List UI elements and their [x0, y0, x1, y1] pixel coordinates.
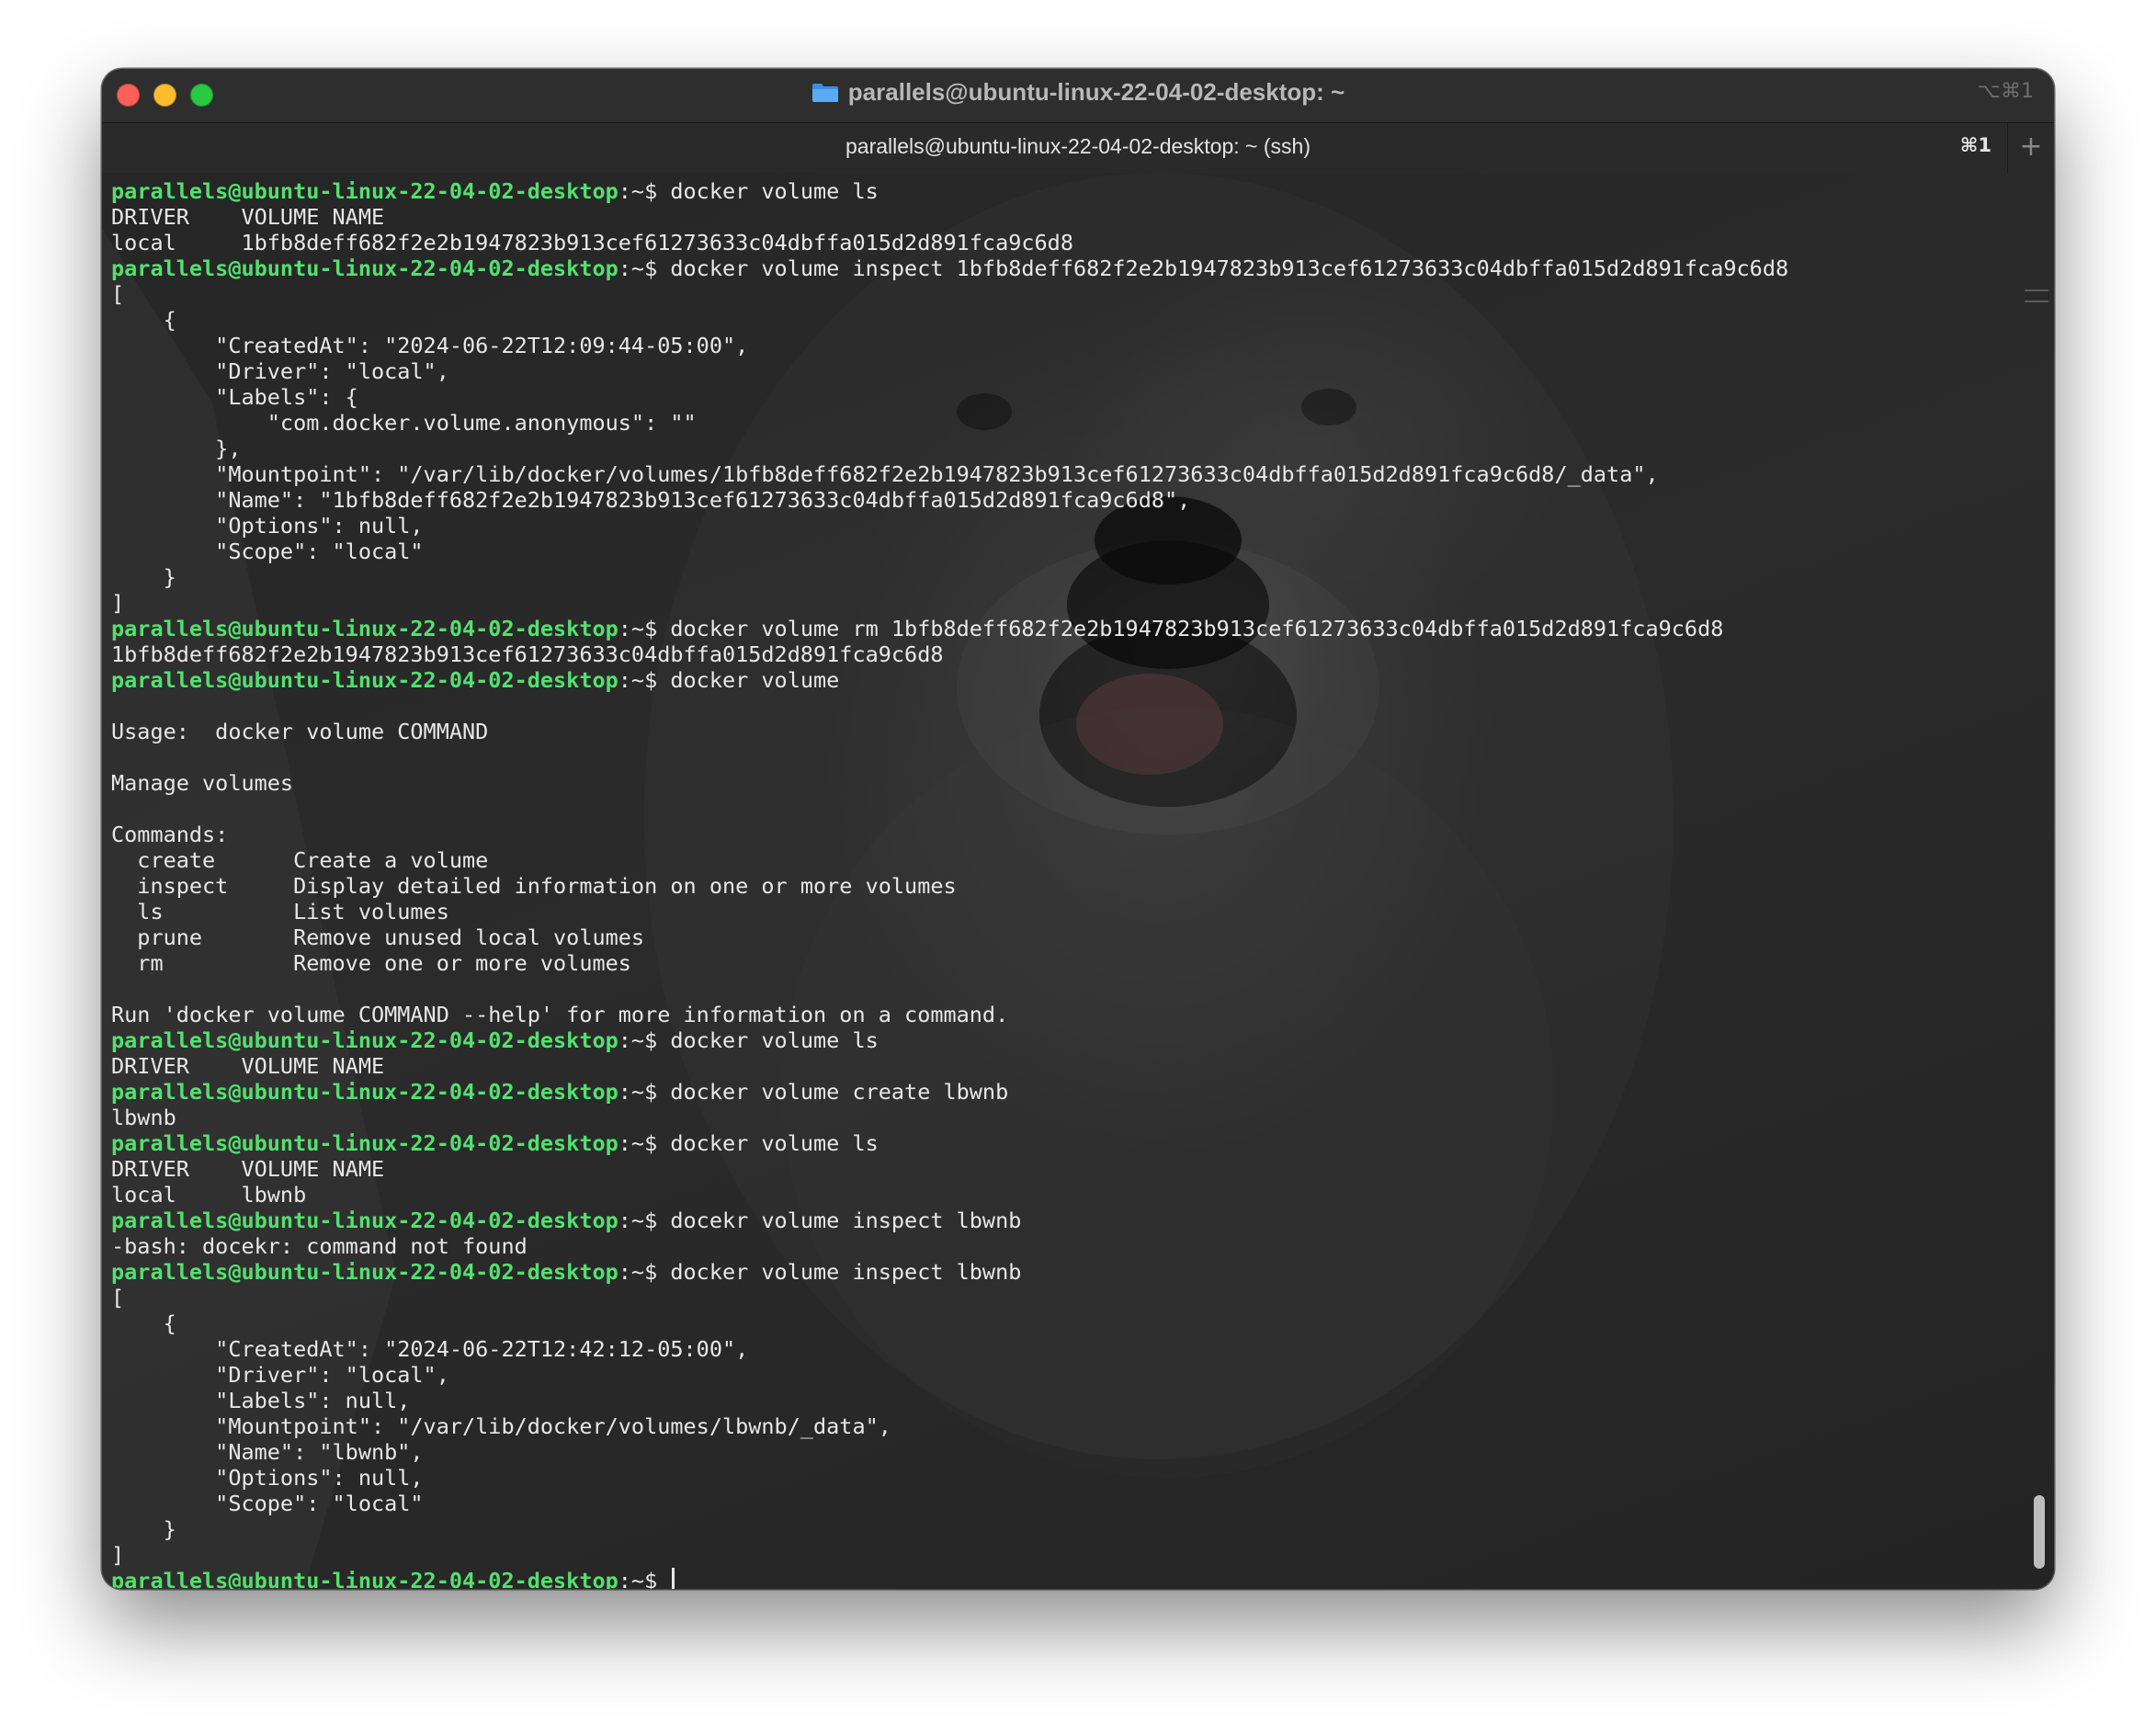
window-title: parallels@ubuntu-linux-22-04-02-desktop:…: [102, 78, 2054, 107]
prompt-suffix: :~$: [618, 1208, 671, 1233]
prompt-host: parallels@ubuntu-linux-22-04-02-desktop: [111, 255, 618, 281]
terminal-window: parallels@ubuntu-linux-22-04-02-desktop:…: [102, 69, 2054, 1589]
output-line: ]: [111, 1542, 125, 1568]
command-line: parallels@ubuntu-linux-22-04-02-desktop:…: [111, 1027, 2017, 1053]
prompt-suffix: :~$: [618, 667, 671, 693]
prompt-suffix: :~$: [618, 1079, 671, 1105]
title-bar[interactable]: parallels@ubuntu-linux-22-04-02-desktop:…: [102, 69, 2054, 122]
prompt-host: parallels@ubuntu-linux-22-04-02-desktop: [111, 667, 618, 693]
prompt-host: parallels@ubuntu-linux-22-04-02-desktop: [111, 178, 618, 204]
output-line: "Scope": "local": [111, 539, 424, 564]
command-text: docker volume inspect lbwnb: [670, 1259, 1022, 1285]
prompt-suffix: :~$: [618, 255, 671, 281]
command-text: docker volume ls: [670, 1130, 879, 1156]
window-title-text: parallels@ubuntu-linux-22-04-02-desktop:…: [847, 78, 1345, 106]
terminal-content[interactable]: parallels@ubuntu-linux-22-04-02-desktop:…: [102, 173, 2054, 1589]
prompt-host: parallels@ubuntu-linux-22-04-02-desktop: [111, 1259, 618, 1285]
prompt-host: parallels@ubuntu-linux-22-04-02-desktop: [111, 616, 618, 641]
prompt-suffix: :~$: [618, 1027, 671, 1053]
command-line: parallels@ubuntu-linux-22-04-02-desktop:…: [111, 1079, 2017, 1105]
output-line: },: [111, 436, 242, 461]
output-line: DRIVER VOLUME NAME: [111, 1156, 385, 1182]
output-line: -bash: docekr: command not found: [111, 1233, 528, 1259]
output-line: "Labels": null,: [111, 1388, 411, 1413]
output-line: "Options": null,: [111, 1465, 424, 1491]
output-line: "Options": null,: [111, 513, 424, 539]
output-line: local lbwnb: [111, 1182, 307, 1208]
output-line: "Driver": "local",: [111, 1362, 449, 1388]
new-tab-button[interactable]: +: [2007, 123, 2054, 173]
output-line: Commands:: [111, 822, 229, 847]
text-cursor: [672, 1568, 675, 1589]
prompt-host: parallels@ubuntu-linux-22-04-02-desktop: [111, 1027, 618, 1053]
folder-icon: [811, 84, 838, 102]
output-line: "Mountpoint": "/var/lib/docker/volumes/1…: [111, 461, 1659, 487]
command-text: docker volume ls: [670, 1027, 879, 1053]
prompt-suffix: :~$: [618, 1568, 671, 1589]
command-line: parallels@ubuntu-linux-22-04-02-desktop:…: [111, 178, 2017, 204]
output-line: "Scope": "local": [111, 1491, 424, 1516]
scroll-mark: [2025, 289, 2048, 302]
window-shortcut: ⌥⌘1: [1977, 80, 2034, 103]
output-line: }: [111, 564, 176, 590]
prompt-suffix: :~$: [618, 1130, 671, 1156]
tab-shortcut: ⌘1: [1959, 134, 1991, 156]
output-line: DRIVER VOLUME NAME: [111, 204, 385, 230]
output-line: ]: [111, 590, 125, 616]
output-line: "Name": "1bfb8deff682f2e2b1947823b913cef…: [111, 487, 1191, 513]
prompt-host: parallels@ubuntu-linux-22-04-02-desktop: [111, 1208, 618, 1233]
command-text: docker volume ls: [670, 178, 879, 204]
command-line: parallels@ubuntu-linux-22-04-02-desktop:…: [111, 255, 2017, 281]
output-line: lbwnb: [111, 1105, 176, 1130]
prompt-host: parallels@ubuntu-linux-22-04-02-desktop: [111, 1130, 618, 1156]
tab-bar: parallels@ubuntu-linux-22-04-02-desktop:…: [102, 122, 2054, 174]
output-line: local 1bfb8deff682f2e2b1947823b913cef612…: [111, 230, 1073, 255]
output-line: Run 'docker volume COMMAND --help' for m…: [111, 1002, 1009, 1027]
command-line: parallels@ubuntu-linux-22-04-02-desktop:…: [111, 667, 2017, 693]
output-line: "Labels": {: [111, 384, 358, 410]
output-line: {: [111, 1310, 176, 1336]
output-line: {: [111, 307, 176, 333]
command-line: parallels@ubuntu-linux-22-04-02-desktop:…: [111, 616, 2017, 641]
output-line: inspect Display detailed information on …: [111, 873, 957, 899]
output-line: "CreatedAt": "2024-06-22T12:09:44-05:00"…: [111, 333, 749, 358]
command-line: parallels@ubuntu-linux-22-04-02-desktop:…: [111, 1259, 2017, 1285]
output-line: Manage volumes: [111, 770, 294, 796]
output-line: prune Remove unused local volumes: [111, 924, 645, 950]
prompt-host: parallels@ubuntu-linux-22-04-02-desktop: [111, 1568, 618, 1589]
output-line: rm Remove one or more volumes: [111, 950, 631, 976]
output-line: 1bfb8deff682f2e2b1947823b913cef61273633c…: [111, 641, 944, 667]
prompt-suffix: :~$: [618, 1259, 671, 1285]
output-line: Usage: docker volume COMMAND: [111, 719, 489, 744]
output-line: }: [111, 1516, 176, 1542]
output-line: [: [111, 1285, 125, 1310]
command-text: docekr volume inspect lbwnb: [670, 1208, 1022, 1233]
output-line: "CreatedAt": "2024-06-22T12:42:12-05:00"…: [111, 1336, 749, 1362]
command-text: docker volume inspect 1bfb8deff682f2e2b1…: [670, 255, 1789, 281]
output-line: "Driver": "local",: [111, 358, 449, 384]
output-line: ls List volumes: [111, 899, 449, 924]
prompt-host: parallels@ubuntu-linux-22-04-02-desktop: [111, 1079, 618, 1105]
tab-ssh-session[interactable]: parallels@ubuntu-linux-22-04-02-desktop:…: [102, 134, 2054, 159]
command-text: docker volume: [670, 667, 840, 693]
output-line: "Mountpoint": "/var/lib/docker/volumes/l…: [111, 1413, 891, 1439]
prompt-suffix: :~$: [618, 616, 671, 641]
prompt-suffix: :~$: [618, 178, 671, 204]
output-line: create Create a volume: [111, 847, 489, 873]
command-text: docker volume create lbwnb: [670, 1079, 1009, 1105]
output-line: DRIVER VOLUME NAME: [111, 1053, 385, 1079]
output-line: "com.docker.volume.anonymous": "": [111, 410, 697, 436]
output-line: "Name": "lbwnb",: [111, 1439, 424, 1465]
command-line: parallels@ubuntu-linux-22-04-02-desktop:…: [111, 1130, 2017, 1156]
output-line: [: [111, 281, 125, 307]
command-line: parallels@ubuntu-linux-22-04-02-desktop:…: [111, 1208, 2017, 1233]
command-line: parallels@ubuntu-linux-22-04-02-desktop:…: [111, 1568, 2017, 1589]
terminal-output[interactable]: parallels@ubuntu-linux-22-04-02-desktop:…: [111, 178, 2017, 1589]
scrollbar-thumb[interactable]: [2034, 1495, 2045, 1569]
command-text: docker volume rm 1bfb8deff682f2e2b194782…: [670, 616, 1724, 641]
